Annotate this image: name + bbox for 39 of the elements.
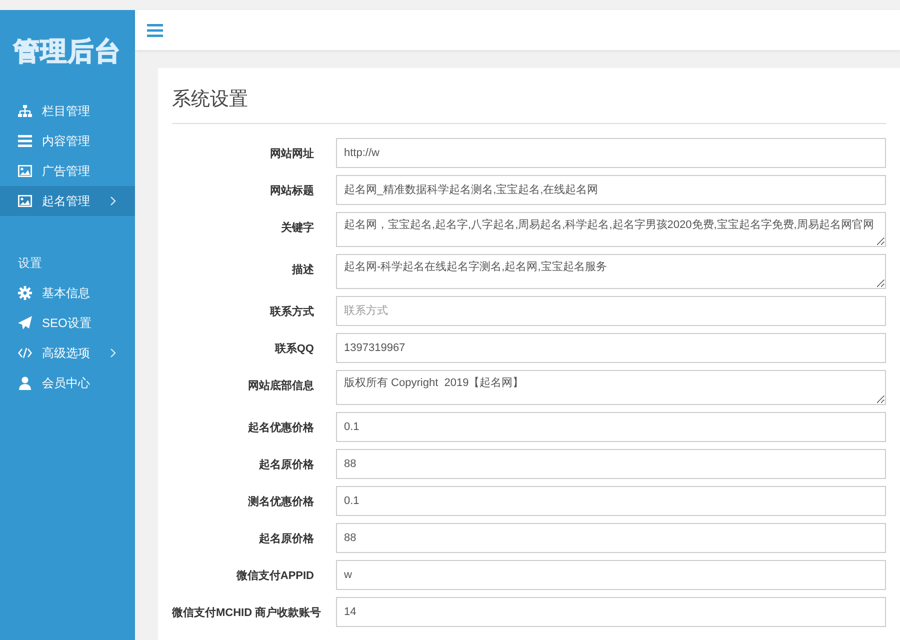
page-title: 系统设置 <box>172 86 886 124</box>
field-label: 微信支付MCHID 商户收款账号 <box>172 606 322 620</box>
code-icon <box>18 346 32 360</box>
gear-icon <box>18 286 32 300</box>
sidebar-item[interactable]: 起名管理 <box>0 186 135 216</box>
input-field[interactable]: 14 <box>336 596 886 626</box>
input-field[interactable]: 88 <box>336 448 886 478</box>
image-icon <box>18 194 32 208</box>
input-field[interactable]: 88 <box>336 522 886 552</box>
text-area[interactable]: 起名网-科学起名在线起名字测名,起名网,宝宝起名服务 <box>336 254 886 288</box>
field-label: 关键字 <box>280 220 315 236</box>
field-label: 测名优惠价格 <box>247 494 315 510</box>
field-label: 网站底部信息 <box>247 378 315 394</box>
logo: 管理后台 <box>12 35 122 68</box>
menu-icon[interactable] <box>147 24 163 36</box>
input-field[interactable]: 0.1 <box>336 486 886 516</box>
field-label: 联系方式 <box>268 304 315 320</box>
text-area[interactable]: 起名网，宝宝起名,起名字,八字起名,周易起名,科学起名,起名字男孩2020免费,宝宝起名字免费,周易起名网官网 <box>336 212 886 246</box>
section-title: 设置 <box>17 255 43 272</box>
input-field[interactable]: http://w <box>336 138 886 168</box>
input-field[interactable]: 起名网_精准数据科学起名测名,宝宝起名,在线起名网 <box>336 174 886 204</box>
input-field[interactable]: w <box>336 560 886 590</box>
input-field[interactable]: 0.1 <box>336 412 886 442</box>
field-label: 网站网址 <box>269 146 315 162</box>
field-label: 网站标题 <box>269 184 315 198</box>
sitemap-icon <box>18 104 32 118</box>
field-label: 起名原价格 <box>258 458 315 472</box>
field-label: 描述 <box>290 262 315 278</box>
user-icon <box>18 376 32 390</box>
field-label: 联系QQ <box>274 342 315 356</box>
text-area[interactable]: 版权所有 Copyright 2019【起名网】 <box>336 370 886 404</box>
input-field[interactable]: 联系方式 <box>336 296 886 326</box>
field-label: 微信支付APPID <box>235 568 315 584</box>
field-label: 起名优惠价格 <box>247 420 315 436</box>
list-icon <box>18 134 32 148</box>
input-field[interactable]: 1397319967 <box>336 332 886 362</box>
field-label: 起名原价格 <box>258 532 315 546</box>
paper-plane-icon <box>18 316 32 330</box>
image-icon <box>18 164 32 178</box>
